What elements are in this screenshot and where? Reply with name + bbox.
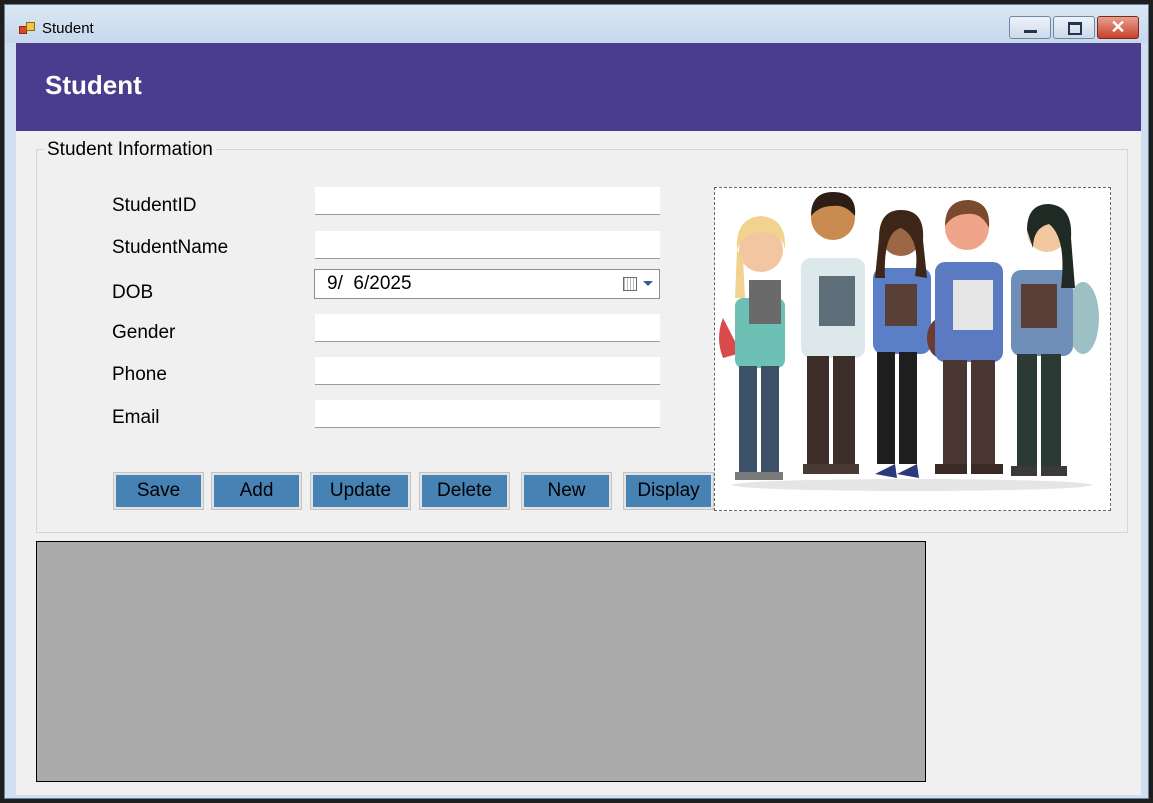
phone-label: Phone	[112, 364, 167, 385]
calendar-icon	[623, 277, 637, 291]
gender-input[interactable]	[315, 314, 660, 342]
email-input[interactable]	[315, 400, 660, 428]
students-illustration-icon	[719, 192, 1099, 491]
title-bar[interactable]: Student ✕	[5, 5, 1148, 43]
dob-label: DOB	[112, 282, 154, 303]
update-button[interactable]: Update	[310, 472, 411, 510]
display-button[interactable]: Display	[623, 472, 714, 510]
add-button[interactable]: Add	[211, 472, 302, 510]
app-window: Student ✕ Student Student Information St…	[4, 4, 1149, 799]
page-title: Student	[45, 70, 142, 100]
header-banner: Student	[16, 43, 1141, 131]
save-button[interactable]: Save	[113, 472, 204, 510]
minimize-button[interactable]	[1009, 16, 1051, 39]
phone-input[interactable]	[315, 357, 660, 385]
student-datagrid[interactable]	[36, 541, 926, 782]
studentid-label: StudentID	[112, 195, 197, 216]
student-picture	[714, 187, 1111, 511]
studentname-input[interactable]	[315, 231, 660, 259]
close-button[interactable]: ✕	[1097, 16, 1139, 39]
chevron-down-icon[interactable]	[643, 281, 653, 286]
app-icon	[19, 20, 35, 34]
window-title: Student	[42, 20, 94, 37]
maximize-icon	[1068, 22, 1082, 35]
groupbox-title: Student Information	[44, 139, 216, 161]
minimize-icon	[1024, 30, 1037, 33]
form-client-area: Student Student Information StudentID St…	[16, 43, 1141, 795]
gender-label: Gender	[112, 322, 176, 343]
close-icon: ✕	[1110, 17, 1126, 37]
new-button[interactable]: New	[521, 472, 612, 510]
dob-datepicker[interactable]: 9/ 6/2025	[314, 269, 660, 299]
delete-button[interactable]: Delete	[419, 472, 510, 510]
dob-value: 9/ 6/2025	[327, 273, 412, 294]
studentid-input[interactable]	[315, 187, 660, 215]
email-label: Email	[112, 407, 160, 428]
maximize-button[interactable]	[1053, 16, 1095, 39]
studentname-label: StudentName	[112, 237, 229, 258]
